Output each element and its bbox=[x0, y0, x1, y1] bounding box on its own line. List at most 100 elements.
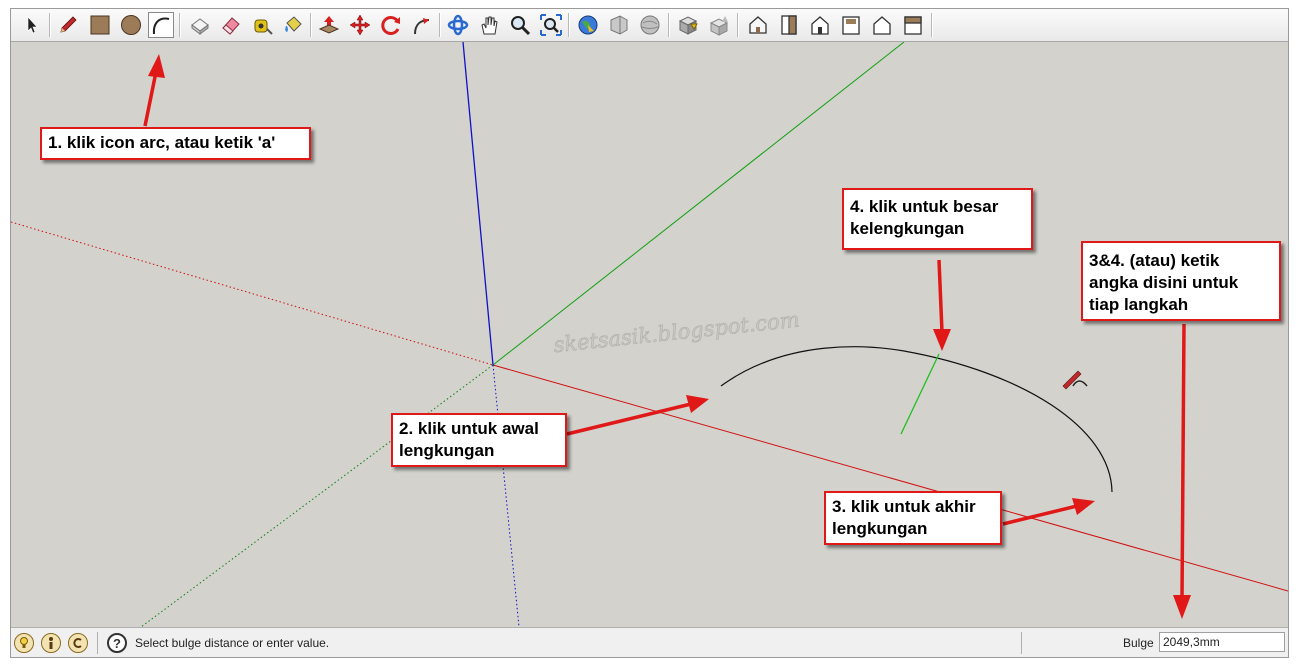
y-axis-negative bbox=[140, 364, 494, 627]
circle-icon bbox=[121, 15, 141, 35]
help-button[interactable]: ? bbox=[107, 633, 127, 653]
share-component-tool-button[interactable] bbox=[706, 12, 732, 38]
callout-step-4-line-1: 4. klik untuk besar bbox=[850, 197, 999, 216]
x-axis-negative bbox=[11, 221, 494, 366]
zoom-extents-tool-button[interactable] bbox=[538, 12, 564, 38]
warehouse-box-icon bbox=[678, 16, 698, 35]
share-component-icon bbox=[709, 16, 729, 36]
arc-tool-button[interactable] bbox=[148, 12, 174, 38]
make-component-tool-button[interactable] bbox=[187, 12, 213, 38]
share-model-tool-button[interactable] bbox=[606, 12, 632, 38]
top-view-icon bbox=[781, 15, 797, 35]
pencil-tool-button[interactable] bbox=[55, 12, 81, 38]
arrow-to-arc-start bbox=[566, 402, 692, 436]
tape-measure-tool-button[interactable] bbox=[249, 12, 275, 38]
orbit-tool-button[interactable] bbox=[445, 12, 471, 38]
globe-icon bbox=[578, 15, 598, 35]
move-icon bbox=[349, 14, 371, 36]
copyright-icon bbox=[73, 638, 82, 648]
credits-button[interactable] bbox=[41, 633, 61, 653]
callout-step-4-line-2: kelengkungan bbox=[850, 219, 965, 238]
follow-me-tool-button[interactable] bbox=[409, 12, 435, 38]
arrow-to-arc-tool bbox=[143, 71, 158, 127]
vcb-label: Bulge bbox=[1123, 636, 1154, 650]
arrow-head-bulge bbox=[933, 329, 951, 351]
toolbar bbox=[11, 9, 1288, 42]
callout-step-3-line-1: 3. klik untuk akhir bbox=[832, 497, 976, 516]
z-axis-positive bbox=[462, 42, 494, 366]
callout-step-2: 2. klik untuk awal lengkungan bbox=[391, 413, 567, 467]
rotate-icon bbox=[381, 16, 400, 35]
follow-me-icon bbox=[414, 18, 430, 35]
back-view-button[interactable] bbox=[869, 12, 895, 38]
rotate-tool-button[interactable] bbox=[378, 12, 404, 38]
select-tool-button[interactable] bbox=[19, 12, 45, 38]
callout-step-3-line-2: lengkungan bbox=[832, 519, 928, 538]
copyright-button[interactable] bbox=[68, 633, 88, 653]
arrow-to-arc-end bbox=[1002, 504, 1078, 526]
get-models-tool-button[interactable] bbox=[575, 12, 601, 38]
status-message: Select bulge distance or enter value. bbox=[135, 636, 330, 650]
front-view-button[interactable] bbox=[807, 12, 833, 38]
eraser-tool-button[interactable] bbox=[218, 12, 244, 38]
top-view-button[interactable] bbox=[776, 12, 802, 38]
drawing-canvas[interactable]: sketsasik.blogspot.com 1. klik icon arc,… bbox=[11, 42, 1288, 627]
right-view-icon bbox=[842, 16, 860, 35]
component-icon bbox=[191, 18, 209, 35]
credits-icon bbox=[49, 637, 53, 649]
z-axis-negative bbox=[492, 364, 520, 627]
status-bar: ? Select bulge distance or enter value. … bbox=[11, 627, 1288, 657]
callout-step-3: 3. klik untuk akhir lengkungan bbox=[824, 491, 1002, 545]
right-view-button[interactable] bbox=[838, 12, 864, 38]
vcb-input[interactable]: 2049,3mm bbox=[1159, 632, 1285, 652]
paint-bucket-icon bbox=[285, 16, 302, 32]
arrow-head-arc-tool bbox=[148, 54, 165, 78]
arrow-cursor-icon bbox=[27, 16, 38, 34]
sketchup-window: sketsasik.blogspot.com 1. klik icon arc,… bbox=[10, 8, 1289, 658]
callout-step-3-4-line-3: tiap langkah bbox=[1089, 295, 1189, 314]
iso-house-icon bbox=[749, 16, 767, 34]
share-model-icon bbox=[610, 15, 628, 35]
bulge-guide-line bbox=[900, 353, 940, 435]
arrow-head-arc-end bbox=[1072, 498, 1095, 515]
callout-step-1: 1. klik icon arc, atau ketik 'a' bbox=[40, 127, 311, 160]
x-axis-positive bbox=[492, 364, 1288, 592]
iso-view-button[interactable] bbox=[745, 12, 771, 38]
zoom-icon bbox=[511, 16, 531, 36]
rectangle-tool-button[interactable] bbox=[87, 12, 113, 38]
callout-step-4: 4. klik untuk besar kelengkungan bbox=[842, 188, 1033, 250]
front-house-icon bbox=[811, 16, 829, 35]
push-pull-tool-button[interactable] bbox=[316, 12, 342, 38]
callout-step-3-4-line-2: angka disini untuk bbox=[1089, 273, 1239, 292]
geo-location-icon bbox=[20, 637, 28, 648]
pencil-icon bbox=[60, 16, 77, 33]
paint-bucket-tool-button[interactable] bbox=[280, 12, 306, 38]
push-pull-icon bbox=[318, 16, 340, 34]
move-tool-button[interactable] bbox=[347, 12, 373, 38]
zoom-tool-button[interactable] bbox=[507, 12, 533, 38]
svg-text:?: ? bbox=[113, 636, 121, 651]
callout-step-2-line-1: 2. klik untuk awal bbox=[399, 419, 539, 438]
watermark-text: sketsasik.blogspot.com bbox=[552, 307, 800, 357]
help-icon: ? bbox=[113, 636, 121, 651]
arc-curve bbox=[720, 346, 1113, 493]
google-earth-tool-button[interactable] bbox=[637, 12, 663, 38]
rectangle-icon bbox=[90, 15, 110, 35]
geo-location-button[interactable] bbox=[14, 633, 34, 653]
arrow-head-vcb bbox=[1173, 595, 1191, 619]
left-view-icon bbox=[904, 16, 922, 35]
pan-tool-button[interactable] bbox=[476, 12, 502, 38]
eraser-icon bbox=[222, 17, 240, 35]
earth-icon bbox=[640, 15, 660, 35]
arrow-to-vcb bbox=[1180, 323, 1186, 599]
arc-cursor-icon bbox=[1062, 370, 1088, 390]
arrow-to-bulge bbox=[937, 259, 944, 333]
zoom-extents-icon bbox=[540, 14, 562, 36]
get-component-tool-button[interactable] bbox=[675, 12, 701, 38]
hand-icon bbox=[481, 16, 498, 35]
circle-tool-button[interactable] bbox=[118, 12, 144, 38]
arc-icon bbox=[152, 17, 170, 35]
left-view-button[interactable] bbox=[900, 12, 926, 38]
back-house-icon bbox=[873, 16, 891, 35]
arrow-head-arc-start bbox=[686, 395, 709, 413]
